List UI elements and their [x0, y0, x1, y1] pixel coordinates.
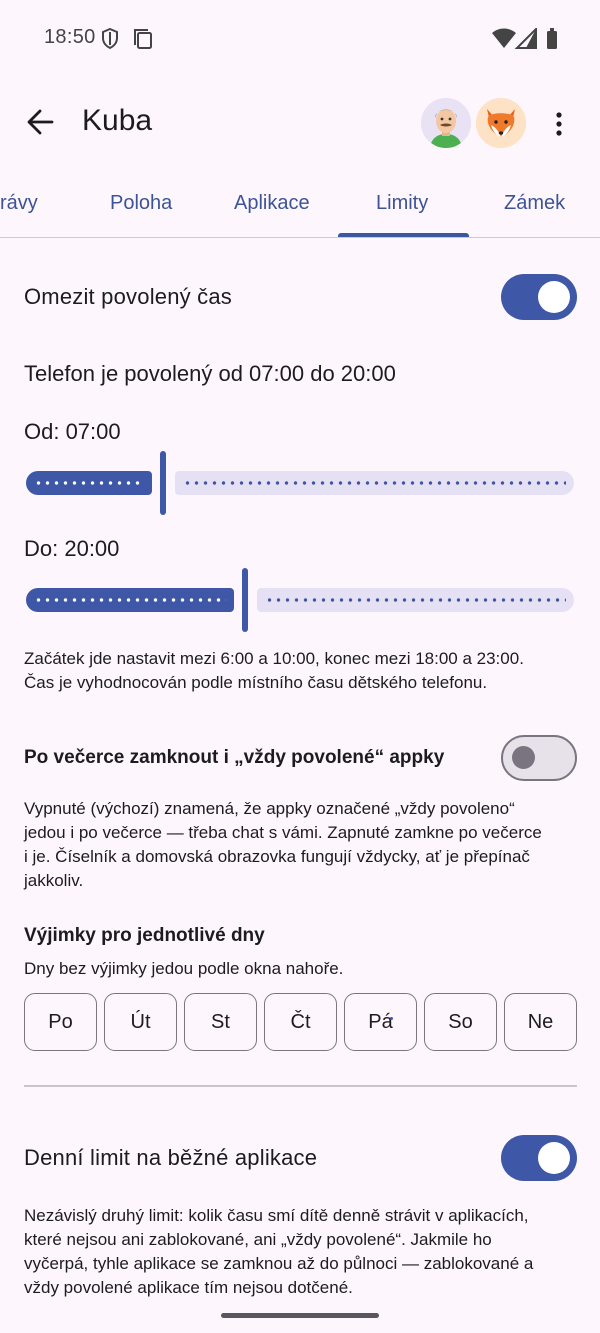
- to-label: Do: 20:00: [24, 536, 120, 561]
- lock-always-allowed-description: Vypnuté (výchozí) znamená, že appky ozna…: [24, 799, 542, 890]
- day-buttons: Po Út St Čt Pá So Ne: [24, 993, 577, 1051]
- section-divider: [24, 1085, 577, 1087]
- battery-icon: [547, 28, 557, 49]
- home-indicator[interactable]: [221, 1313, 379, 1318]
- app-bar: Kuba: [0, 90, 600, 156]
- fox-avatar-icon: [476, 98, 526, 148]
- day-button-so[interactable]: So: [424, 993, 497, 1051]
- day-button-ne[interactable]: Ne: [504, 993, 577, 1051]
- more-vert-icon: [556, 112, 562, 136]
- status-right-icons: [492, 26, 562, 55]
- daily-limit-title: Denní limit na běžné aplikace: [24, 1145, 318, 1170]
- copy-icon: [134, 29, 152, 49]
- tab-indicator: [338, 233, 469, 237]
- switch-thumb: [512, 746, 535, 769]
- exception-indicator-dot: [390, 1017, 393, 1020]
- tab-zamek[interactable]: Zámek: [504, 192, 565, 215]
- day-button-po[interactable]: Po: [24, 993, 97, 1051]
- from-slider-inactive-track: [175, 471, 574, 495]
- lock-always-allowed-switch[interactable]: [501, 735, 577, 781]
- status-left-icons: [102, 27, 162, 55]
- tab-limity[interactable]: Limity: [376, 192, 428, 215]
- day-button-st[interactable]: St: [184, 993, 257, 1051]
- allowed-time-summary: Telefon je povolený od 07:00 do 20:00: [24, 361, 396, 386]
- allowed-time-title: Omezit povolený čas: [24, 284, 232, 309]
- to-slider[interactable]: [26, 568, 574, 632]
- allowed-time-switch[interactable]: [501, 274, 577, 320]
- avatar-parent[interactable]: [421, 98, 471, 148]
- tab-zpravy[interactable]: rávy: [0, 192, 38, 215]
- daily-limit-switch[interactable]: [501, 1135, 577, 1181]
- status-bar: 18:50: [0, 0, 600, 76]
- tab-bar: rávy Poloha Aplikace Limity Zámek: [0, 176, 600, 238]
- exceptions-subtitle: Dny bez výjimky jedou podle okna nahoře.: [24, 959, 344, 978]
- man-avatar-icon: [421, 98, 471, 148]
- more-options-button[interactable]: [546, 104, 572, 144]
- tab-aplikace[interactable]: Aplikace: [234, 192, 310, 215]
- to-slider-handle[interactable]: [242, 568, 248, 632]
- to-slider-active-track: [26, 588, 234, 612]
- from-slider[interactable]: [26, 451, 574, 515]
- switch-thumb: [538, 281, 570, 313]
- page-title: Kuba: [82, 104, 153, 137]
- shield-icon: [102, 27, 118, 50]
- tab-poloha[interactable]: Poloha: [110, 192, 172, 215]
- wifi-icon: [492, 28, 516, 48]
- lock-always-allowed-title: Po večerce zamknout i „vždy povolené“ ap…: [24, 747, 445, 768]
- back-arrow-icon: [27, 109, 54, 135]
- back-button[interactable]: [22, 102, 62, 142]
- allowed-time-hint: Začátek jde nastavit mezi 6:00 a 10:00, …: [24, 649, 524, 692]
- to-slider-inactive-track: [257, 588, 574, 612]
- day-button-ct[interactable]: Čt: [264, 993, 337, 1051]
- switch-thumb: [538, 1142, 570, 1174]
- from-slider-handle[interactable]: [160, 451, 166, 515]
- status-time: 18:50: [44, 26, 96, 48]
- from-label: Od: 07:00: [24, 419, 121, 444]
- daily-limit-description: Nezávislý druhý limit: kolik času smí dí…: [24, 1206, 534, 1297]
- day-button-pa[interactable]: Pá: [344, 993, 417, 1051]
- day-button-ut[interactable]: Út: [104, 993, 177, 1051]
- from-slider-active-track: [26, 471, 152, 495]
- exceptions-title: Výjimky pro jednotlivé dny: [24, 925, 265, 946]
- avatar-child[interactable]: [476, 98, 526, 148]
